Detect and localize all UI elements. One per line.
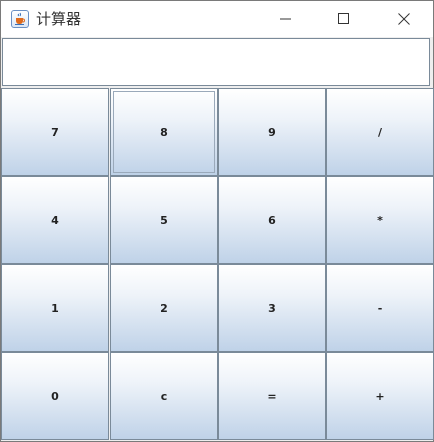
maximize-icon xyxy=(338,13,349,24)
key-0[interactable]: 0 xyxy=(1,352,109,440)
key-4[interactable]: 4 xyxy=(1,176,109,264)
keypad: 7 8 9 / 4 5 6 * 1 2 3 - 0 c = + xyxy=(1,88,434,441)
key-equals[interactable]: = xyxy=(218,352,326,440)
key-5[interactable]: 5 xyxy=(110,176,218,264)
key-1[interactable]: 1 xyxy=(1,264,109,352)
java-cup-icon[interactable] xyxy=(11,10,29,28)
key-9[interactable]: 9 xyxy=(218,88,326,176)
key-divide[interactable]: / xyxy=(326,88,434,176)
key-7[interactable]: 7 xyxy=(1,88,109,176)
key-6[interactable]: 6 xyxy=(218,176,326,264)
key-3[interactable]: 3 xyxy=(218,264,326,352)
key-2[interactable]: 2 xyxy=(110,264,218,352)
close-button[interactable] xyxy=(381,1,427,37)
minimize-button[interactable] xyxy=(263,1,309,37)
title-bar[interactable]: 计算器 xyxy=(1,1,433,37)
key-8[interactable]: 8 xyxy=(110,88,218,176)
key-multiply[interactable]: * xyxy=(326,176,434,264)
display-field[interactable] xyxy=(2,38,430,86)
maximize-button[interactable] xyxy=(321,1,367,37)
minimize-icon xyxy=(280,18,291,20)
key-subtract[interactable]: - xyxy=(326,264,434,352)
close-icon xyxy=(398,13,410,25)
calculator-window: 计算器 7 8 9 / 4 5 6 * 1 2 3 - 0 c = + xyxy=(0,0,434,442)
window-title: 计算器 xyxy=(36,10,82,28)
key-add[interactable]: + xyxy=(326,352,434,440)
key-clear[interactable]: c xyxy=(110,352,218,440)
